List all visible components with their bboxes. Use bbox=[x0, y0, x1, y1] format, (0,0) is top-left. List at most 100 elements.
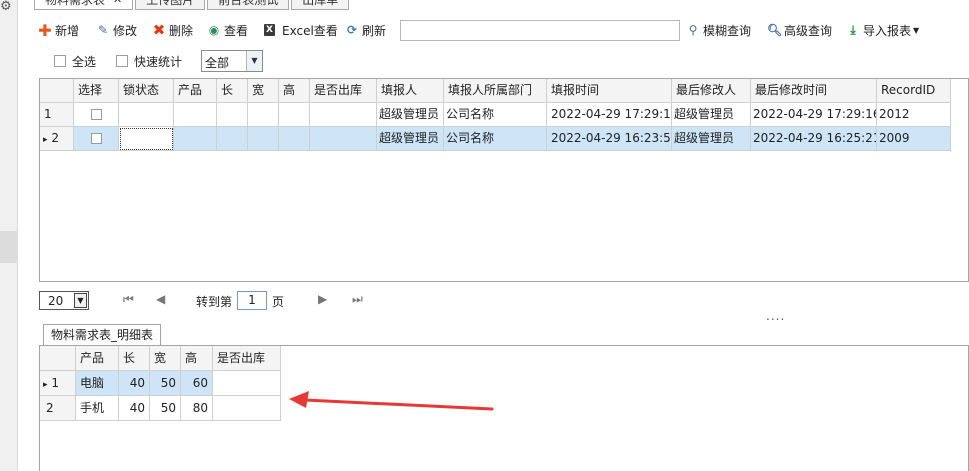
gear-icon[interactable]: ⚙ bbox=[0, 0, 12, 14]
height-cell[interactable]: 80 bbox=[181, 396, 213, 421]
table-row[interactable]: 2 手机 40 50 80 bbox=[40, 396, 281, 421]
shipped-cell[interactable] bbox=[310, 127, 377, 151]
row-number[interactable]: 1 bbox=[40, 103, 74, 127]
refresh-button[interactable]: ⟳ 刷新 bbox=[345, 18, 386, 42]
checkbox-box[interactable] bbox=[54, 55, 66, 67]
chevron-down-icon[interactable]: ▼ bbox=[246, 51, 262, 71]
first-page-icon[interactable]: ⏮ bbox=[123, 292, 134, 307]
shipped-cell[interactable] bbox=[213, 371, 281, 396]
reporter-cell[interactable]: 超级管理员 bbox=[377, 127, 444, 151]
column-header[interactable]: 填报人 bbox=[377, 79, 444, 103]
record-id-cell[interactable]: 2009 bbox=[877, 127, 951, 151]
column-header[interactable]: 长 bbox=[119, 346, 150, 371]
import-report-button[interactable]: ⤓ 导入报表 ▼ bbox=[846, 18, 919, 42]
shipped-cell[interactable] bbox=[310, 103, 377, 127]
dept-cell[interactable]: 公司名称 bbox=[444, 127, 547, 151]
tab-outbound[interactable]: 出库单 bbox=[291, 0, 350, 10]
column-header[interactable]: 是否出库 bbox=[310, 79, 377, 103]
row-number[interactable]: ▸ 2 bbox=[40, 127, 74, 151]
delete-button[interactable]: ✖ 删除 bbox=[152, 18, 193, 42]
height-cell[interactable] bbox=[279, 127, 310, 151]
width-cell[interactable] bbox=[248, 103, 279, 127]
select-cell[interactable] bbox=[74, 127, 119, 151]
length-cell[interactable] bbox=[217, 103, 248, 127]
row-number[interactable]: ▸ 1 bbox=[40, 371, 76, 396]
tab-upload-image[interactable]: 上传图片 bbox=[135, 0, 206, 10]
column-header[interactable]: 高 bbox=[181, 346, 213, 371]
last-modified-cell[interactable]: 2022-04-29 16:25:21 bbox=[751, 127, 877, 151]
dept-cell[interactable]: 公司名称 bbox=[444, 103, 547, 127]
report-time-cell[interactable]: 2022-04-29 17:29:16 bbox=[547, 103, 672, 127]
next-page-icon[interactable]: ▶ bbox=[318, 292, 327, 306]
height-cell[interactable]: 60 bbox=[181, 371, 213, 396]
column-header[interactable]: 最后修改人 bbox=[672, 79, 751, 103]
more-indicator[interactable]: .... bbox=[766, 309, 785, 323]
column-header[interactable]: 是否出库 bbox=[213, 346, 281, 371]
column-header[interactable]: 最后修改时间 bbox=[751, 79, 877, 103]
sidebar-selected-item[interactable] bbox=[0, 231, 18, 263]
last-page-icon[interactable]: ⏭ bbox=[352, 292, 363, 307]
width-cell[interactable]: 50 bbox=[150, 396, 181, 421]
checkbox-box[interactable] bbox=[116, 55, 128, 67]
column-header[interactable]: 长 bbox=[217, 79, 248, 103]
shipped-cell[interactable] bbox=[213, 396, 281, 421]
excel-view-button[interactable]: X Excel查看 bbox=[264, 18, 338, 42]
page-number-input[interactable]: 1 bbox=[237, 291, 267, 310]
current-row-indicator-icon: ▸ bbox=[43, 135, 48, 145]
tab-detail-table[interactable]: 物料需求表_明细表 bbox=[43, 324, 162, 346]
delete-x-icon: ✖ bbox=[152, 21, 166, 39]
advanced-search-button[interactable]: 🔍︎ 高级查询 bbox=[767, 18, 832, 42]
fuzzy-search-button[interactable]: ⚲ 模糊查询 bbox=[686, 18, 751, 42]
edit-button[interactable]: ✎ 修改 bbox=[96, 18, 137, 42]
row-number[interactable]: 2 bbox=[40, 396, 76, 421]
close-icon[interactable]: ✕ bbox=[113, 0, 122, 8]
add-button[interactable]: ✚ 新增 bbox=[38, 18, 79, 42]
table-row[interactable]: ▸ 2 超级管理员 公司名称 2022-04-29 16:23:50 超级管理员… bbox=[40, 127, 951, 151]
tab-frontend-test[interactable]: 前台表测试 bbox=[207, 0, 290, 10]
tab-material-demand[interactable]: 物料需求表 ✕ bbox=[34, 0, 134, 10]
last-modified-cell[interactable]: 2022-04-29 17:29:16 bbox=[751, 103, 877, 127]
column-header[interactable]: 产品 bbox=[76, 346, 119, 371]
tab-label: 上传图片 bbox=[146, 0, 195, 7]
column-header[interactable]: 高 bbox=[279, 79, 310, 103]
lock-status-cell[interactable] bbox=[119, 127, 174, 151]
view-button[interactable]: ◉ 查看 bbox=[207, 18, 248, 42]
prev-page-icon[interactable]: ◀ bbox=[156, 292, 165, 306]
product-cell[interactable]: 电脑 bbox=[76, 371, 119, 396]
page-size-select[interactable]: 20 ▼ bbox=[39, 291, 89, 310]
product-cell[interactable] bbox=[174, 127, 217, 151]
last-modifier-cell[interactable]: 超级管理员 bbox=[672, 127, 751, 151]
column-header[interactable]: 宽 bbox=[150, 346, 181, 371]
column-header[interactable]: 填报人所属部门 bbox=[444, 79, 547, 103]
column-header[interactable]: 宽 bbox=[248, 79, 279, 103]
search-input[interactable] bbox=[400, 20, 680, 41]
chevron-down-icon[interactable]: ▼ bbox=[74, 293, 87, 308]
document-tabs: 物料需求表 ✕ 上传图片 前台表测试 出库单 bbox=[34, 0, 351, 10]
length-cell[interactable]: 40 bbox=[119, 396, 150, 421]
product-cell[interactable] bbox=[174, 103, 217, 127]
width-cell[interactable] bbox=[248, 127, 279, 151]
column-header[interactable]: 锁状态 bbox=[119, 79, 174, 103]
last-modifier-cell[interactable]: 超级管理员 bbox=[672, 103, 751, 127]
select-cell[interactable] bbox=[74, 103, 119, 127]
reporter-cell[interactable]: 超级管理员 bbox=[377, 103, 444, 127]
column-header[interactable]: RecordID bbox=[877, 79, 951, 103]
column-header[interactable]: 产品 bbox=[174, 79, 217, 103]
row-select-checkbox[interactable] bbox=[91, 133, 102, 144]
width-cell[interactable]: 50 bbox=[150, 371, 181, 396]
select-all-checkbox[interactable]: 全选 bbox=[54, 50, 96, 72]
height-cell[interactable] bbox=[279, 103, 310, 127]
column-header[interactable]: 选择 bbox=[74, 79, 119, 103]
row-select-checkbox[interactable] bbox=[91, 109, 102, 120]
length-cell[interactable]: 40 bbox=[119, 371, 150, 396]
length-cell[interactable] bbox=[217, 127, 248, 151]
table-row[interactable]: 1 超级管理员 公司名称 2022-04-29 17:29:16 超级管理员 2… bbox=[40, 103, 951, 127]
table-row[interactable]: ▸ 1 电脑 40 50 60 bbox=[40, 371, 281, 396]
quick-stats-checkbox[interactable]: 快速统计 bbox=[116, 50, 182, 72]
scope-dropdown[interactable]: 全部 ▼ bbox=[201, 50, 263, 72]
report-time-cell[interactable]: 2022-04-29 16:23:50 bbox=[547, 127, 672, 151]
column-header[interactable]: 填报时间 bbox=[547, 79, 672, 103]
lock-status-cell[interactable] bbox=[119, 103, 174, 127]
record-id-cell[interactable]: 2012 bbox=[877, 103, 951, 127]
product-cell[interactable]: 手机 bbox=[76, 396, 119, 421]
